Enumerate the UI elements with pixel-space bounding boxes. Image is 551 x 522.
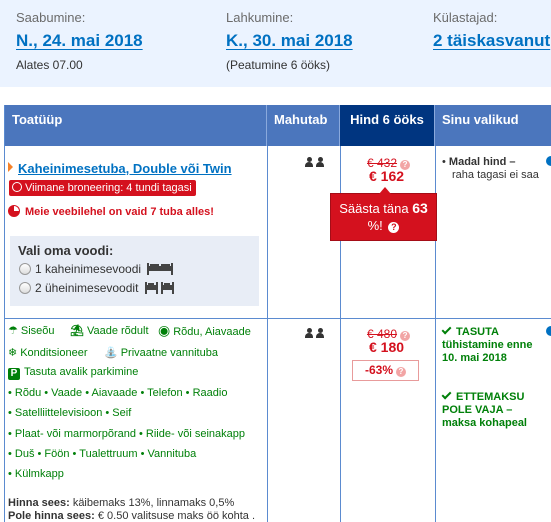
facility-label: Rõdu, Aiavaade	[173, 326, 251, 338]
availability-pie-icon	[8, 205, 20, 217]
checkin-label: Saabumine:	[16, 10, 86, 25]
shower-icon: ⛲	[104, 347, 118, 359]
bed-option-double[interactable]: 1 kaheinimesevoodi	[19, 262, 174, 276]
parking-icon: P	[8, 368, 20, 380]
facility-balcony-view: ⛱ Vaade rõdult	[70, 324, 149, 337]
checkmark-icon	[441, 389, 452, 400]
row-divider	[5, 318, 551, 319]
facility-label: Vaade rõdult	[86, 325, 149, 337]
included-label: Hinna sees:	[8, 497, 70, 509]
no-prepayment: ETTEMAKSU POLE VAJA – maksa kohapeal	[441, 389, 542, 430]
included-text: käibemaks 13%, linnamaks 0,5%	[72, 497, 235, 509]
discount-text: -63%	[364, 363, 393, 377]
info-icon[interactable]: ?	[396, 367, 406, 377]
savings-badge: Säästa täna 63 %! ?	[330, 187, 437, 241]
excluded-taxes: Pole hinna sees: € 0.50 valitsuse maks ö…	[8, 510, 255, 522]
amenity-list: • Plaat- või marmorpõrand • Riide- või s…	[8, 428, 245, 440]
twin-beds-icon	[144, 282, 174, 294]
excluded-label: Pole hinna sees:	[8, 510, 95, 522]
info-icon[interactable]: ?	[388, 222, 400, 233]
recent-booking-text: Viimane broneering: 4 tundi tagasi	[25, 182, 192, 194]
savings-suffix: %!	[367, 218, 383, 233]
low-price-label: Madal hind –	[448, 156, 516, 168]
radio-button[interactable]	[19, 282, 31, 294]
checkout-label: Lahkumine:	[226, 10, 294, 25]
facility-label: Privaatne vannituba	[120, 347, 218, 359]
checkin-date[interactable]: N., 24. mai 2018	[16, 30, 143, 52]
recent-booking-badge: Viimane broneering: 4 tundi tagasi	[9, 180, 196, 196]
facility-label: Tasuta avalik parkimine	[24, 366, 139, 378]
facility-label: Konditsioneer	[20, 347, 88, 359]
booking-summary-bar: Saabumine: N., 24. mai 2018 Alates 07.00…	[0, 0, 551, 87]
amenity-list: • Rõdu • Vaade • Aiavaade • Telefon • Ra…	[8, 387, 228, 399]
facility-ac: ❄ Konditsioneer	[8, 346, 88, 359]
bed-choice-box: Vali oma voodi: 1 kaheinimesevoodi 2 ühe…	[10, 236, 259, 306]
bed-option-twin[interactable]: 2 üheinimesevoodit	[19, 281, 175, 295]
facility-garden-view: ◉ Rõdu, Aiavaade	[158, 322, 251, 339]
guests-label: Külastajad:	[433, 10, 498, 25]
room-name-text: Kaheinimesetuba, Double või Twin	[18, 161, 232, 176]
checkin-section: Saabumine: N., 24. mai 2018 Alates 07.00	[16, 10, 143, 72]
amenity-list: • Satelliittelevisioon • Seif	[8, 407, 132, 419]
excluded-text: € 0.50 valitsuse maks öö kohta .	[97, 510, 256, 522]
table-header: Toatüüp Mahutab Hind 6 ööks Sinu valikud	[5, 105, 551, 146]
checkin-time: Alates 07.00	[16, 58, 83, 72]
alarm-clock-icon	[12, 182, 22, 192]
checkout-date[interactable]: K., 30. mai 2018	[226, 30, 353, 52]
savings-percent: 63	[412, 200, 428, 216]
free-cancellation-text: TASUTA tühistamine enne 10. mai 2018	[442, 326, 533, 364]
header-choices: Sinu valikud	[435, 105, 551, 146]
amenity-list: • Külmkapp	[8, 468, 64, 480]
radio-button[interactable]	[19, 263, 31, 275]
balcony-icon: ⛱	[70, 325, 84, 337]
free-cancellation: TASUTA tühistamine enne 10. mai 2018	[441, 324, 542, 365]
umbrella-icon: ☂	[8, 325, 18, 337]
checkmark-icon	[441, 324, 452, 335]
column-divider	[267, 146, 268, 522]
guests-value[interactable]: 2 täiskasvanut	[433, 30, 550, 52]
facility-parking: P Tasuta avalik parkimine	[8, 366, 138, 380]
room-name-link[interactable]: Kaheinimesetuba, Double või Twin	[8, 161, 232, 176]
header-price: Hind 6 ööks	[340, 105, 435, 146]
header-room-type: Toatüüp	[5, 105, 267, 146]
amenity-list: • Duš • Föön • Tualettruum • Vannituba	[8, 448, 197, 460]
included-taxes: Hinna sees: käibemaks 13%, linnamaks 0,5…	[8, 497, 234, 509]
non-refundable-text: raha tagasi ei saa	[452, 169, 539, 181]
capacity-two-persons-icon	[305, 325, 327, 341]
eye-icon: ◉	[158, 322, 171, 338]
checkout-section: Lahkumine: K., 30. mai 2018 (Peatumine 6…	[226, 10, 353, 72]
facility-label: Siseõu	[20, 325, 55, 337]
bed-option-label: 1 kaheinimesevoodi	[35, 262, 142, 276]
rooms-left-warning: Meie veebilehel on vaid 7 tuba alles!	[8, 205, 214, 218]
discounted-price: € 180	[369, 339, 405, 355]
facility-courtyard: ☂ Siseõu	[8, 324, 55, 337]
guests-section: Külastajad: 2 täiskasvanut	[433, 10, 550, 52]
expand-arrow-icon	[8, 162, 13, 172]
bed-choice-title: Vali oma voodi:	[18, 243, 114, 258]
capacity-two-persons-icon	[305, 154, 327, 170]
savings-text: Säästa täna	[339, 201, 409, 216]
stay-length: (Peatumine 6 ööks)	[226, 58, 331, 72]
snowflake-icon: ❄	[8, 347, 18, 359]
double-bed-icon	[147, 263, 174, 275]
rate-conditions: • Madal hind – raha tagasi ei saa	[442, 156, 539, 181]
header-capacity: Mahutab	[267, 105, 340, 146]
bed-option-label: 2 üheinimesevoodit	[35, 281, 139, 295]
rooms-left-text: Meie veebilehel on vaid 7 tuba alles!	[25, 206, 214, 218]
facility-bathroom: ⛲ Privaatne vannituba	[104, 346, 218, 359]
scroll-edge-indicator	[546, 326, 551, 336]
scroll-edge-indicator	[546, 156, 551, 166]
discounted-price: € 162	[369, 168, 405, 184]
discount-badge: -63%?	[352, 360, 419, 381]
